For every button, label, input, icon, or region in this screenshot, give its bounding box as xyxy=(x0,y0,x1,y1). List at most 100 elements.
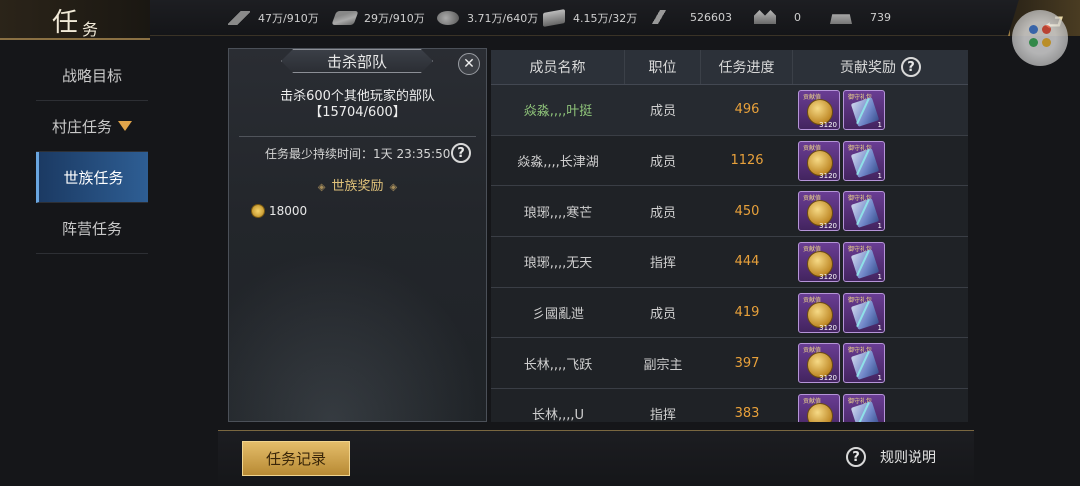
task-progress: 【15704/600】 xyxy=(309,105,406,120)
help-icon[interactable]: ? xyxy=(451,143,471,163)
member-progress: 419 xyxy=(734,305,760,321)
coin-icon xyxy=(251,204,265,218)
member-progress: 383 xyxy=(734,406,760,422)
resource-silver: 739 xyxy=(830,10,891,24)
wood-icon xyxy=(331,11,359,25)
gold-icon xyxy=(754,10,776,24)
sidebar: 战略目标 村庄任务 世族任务 阵营任务 xyxy=(36,50,148,254)
member-progress: 1126 xyxy=(730,153,764,169)
help-icon[interactable]: ? xyxy=(901,57,921,77)
table-row: 琅琊,,,,无天 指挥 444 贡献值 3120 御守礼包 1 xyxy=(491,237,968,288)
task-detail-panel: 击杀部队 ✕ 击杀600个其他玩家的部队 【15704/600】 任务最少持续时… xyxy=(228,48,487,422)
column-header-name: 成员名称 xyxy=(491,50,625,84)
rules-button[interactable]: ? 规则说明 xyxy=(846,447,936,467)
gift-count: 1 xyxy=(877,222,882,231)
contribution-medal-item[interactable]: 贡献值 3120 xyxy=(798,393,840,422)
contribution-medal-item[interactable]: 贡献值 3120 xyxy=(798,241,840,282)
column-header-role: 职位 xyxy=(625,50,701,84)
contribution-medal-item[interactable]: 贡献值 3120 xyxy=(798,140,840,181)
resource-flag: 526603 xyxy=(648,10,732,24)
scroll-icon xyxy=(850,147,880,178)
table-header: 成员名称 职位 任务进度 贡献奖励 ? xyxy=(491,50,968,85)
medal-count: 3120 xyxy=(819,374,837,383)
member-progress: 397 xyxy=(734,355,760,371)
contribution-medal-item[interactable]: 贡献值 3120 xyxy=(798,343,840,384)
medal-count: 3120 xyxy=(819,323,837,332)
gift-count: 1 xyxy=(877,272,882,281)
iron-icon xyxy=(543,9,565,27)
member-role: 成员 xyxy=(649,205,676,221)
silver-icon xyxy=(830,14,852,24)
member-rewards: 贡献值 3120 御守礼包 1 xyxy=(793,288,968,338)
resource-stone: 3.71万/640万 xyxy=(437,10,538,26)
sidebar-item-faction[interactable]: 阵营任务 xyxy=(36,203,148,254)
close-button[interactable]: ✕ xyxy=(458,53,480,75)
gift-pack-item[interactable]: 御守礼包 1 xyxy=(843,241,885,282)
gift-pack-item[interactable]: 御守礼包 1 xyxy=(843,393,885,422)
member-role: 成员 xyxy=(649,104,676,120)
member-rewards: 贡献值 3120 御守礼包 1 xyxy=(793,338,968,388)
contribution-medal-item[interactable]: 贡献值 3120 xyxy=(798,292,840,333)
bottom-bar: 任务记录 ? 规则说明 xyxy=(218,430,974,486)
resource-wood: 29万/910万 xyxy=(331,10,425,26)
task-description: 击杀600个其他玩家的部队 【15704/600】 xyxy=(229,89,486,121)
sidebar-item-clan[interactable]: 世族任务 xyxy=(36,152,148,203)
member-rewards: 贡献值 3120 御守礼包 1 xyxy=(793,85,968,135)
table-row: 焱淼,,,,长津湖 成员 1126 贡献值 3120 御守礼包 1 xyxy=(491,135,968,187)
table-row: 焱淼,,,,叶挺 成员 496 贡献值 3120 御守礼包 1 xyxy=(491,85,968,136)
member-name: 焱淼,,,,长津湖 xyxy=(517,155,599,171)
table-row: 彡國亂迣 成员 419 贡献值 3120 御守礼包 1 xyxy=(491,287,968,339)
page-title: 任 xyxy=(52,8,79,38)
member-name: 彡國亂迣 xyxy=(531,307,584,323)
member-rewards: 贡献值 3120 御守礼包 1 xyxy=(793,237,968,287)
divider xyxy=(239,136,476,137)
medal-count: 3120 xyxy=(819,171,837,180)
member-role: 成员 xyxy=(649,307,676,323)
member-name: 长林,,,,U xyxy=(531,408,585,422)
help-icon: ? xyxy=(846,447,866,467)
clan-reward-title: ◈ 世族奖励 ◈ xyxy=(317,179,398,194)
task-duration: 任务最少持续时间：1天 23:35:50 xyxy=(265,147,451,161)
dropdown-triangle-icon xyxy=(118,121,132,131)
member-table[interactable]: 成员名称 职位 任务进度 贡献奖励 ? 焱淼,,,,叶挺 成员 496 贡献值 … xyxy=(491,50,968,422)
flag-icon xyxy=(648,10,670,24)
gift-pack-item[interactable]: 御守礼包 1 xyxy=(843,89,885,130)
title-plate: 任 务 xyxy=(0,0,150,40)
gift-pack-item[interactable]: 御守礼包 1 xyxy=(843,191,885,232)
diamond-deco-icon: ◈ xyxy=(317,182,326,193)
column-header-progress: 任务进度 xyxy=(701,50,793,84)
gift-pack-item[interactable]: 御守礼包 1 xyxy=(843,292,885,333)
gift-count: 1 xyxy=(877,171,882,180)
resource-grain: 47万/910万 xyxy=(228,10,319,26)
medal-count: 3120 xyxy=(819,120,837,129)
medal-icon xyxy=(807,402,833,422)
contribution-medal-item[interactable]: 贡献值 3120 xyxy=(798,89,840,130)
member-name: 长林,,,,飞跃 xyxy=(523,357,593,373)
clan-reward-amount: 18000 xyxy=(251,204,307,218)
sidebar-item-strategy[interactable]: 战略目标 xyxy=(36,50,148,101)
floating-assistant-ball[interactable] xyxy=(1012,10,1068,66)
gift-pack-item[interactable]: 御守礼包 1 xyxy=(843,140,885,181)
task-record-button[interactable]: 任务记录 xyxy=(242,441,350,476)
member-name: 琅琊,,,,寒芒 xyxy=(523,205,593,221)
table-row: 长林,,,,U 指挥 383 贡献值 3120 御守礼包 1 xyxy=(491,389,968,422)
member-progress: 444 xyxy=(734,254,760,270)
member-role: 副宗主 xyxy=(643,357,683,373)
member-name: 焱淼,,,,叶挺 xyxy=(523,104,593,120)
contribution-medal-item[interactable]: 贡献值 3120 xyxy=(798,191,840,232)
member-rewards: 贡献值 3120 御守礼包 1 xyxy=(793,389,968,422)
resource-gold: 0 xyxy=(754,10,801,24)
task-title: 击杀部队 xyxy=(281,49,433,73)
table-row: 琅琊,,,,寒芒 成员 450 贡献值 3120 御守礼包 1 xyxy=(491,186,968,238)
page-title-sub: 务 xyxy=(82,20,99,39)
sidebar-item-village[interactable]: 村庄任务 xyxy=(36,101,148,152)
top-bar: 任 务 47万/910万 29万/910万 3.71万/640万 4.15万/3… xyxy=(0,0,1080,40)
gift-pack-item[interactable]: 御守礼包 1 xyxy=(843,343,885,384)
column-header-reward: 贡献奖励 ? xyxy=(793,50,968,84)
member-role: 指挥 xyxy=(649,408,676,422)
medal-count: 3120 xyxy=(819,272,837,281)
grain-icon xyxy=(228,11,250,25)
gift-count: 1 xyxy=(877,374,882,383)
member-role: 成员 xyxy=(649,155,676,171)
stone-icon xyxy=(437,11,459,25)
